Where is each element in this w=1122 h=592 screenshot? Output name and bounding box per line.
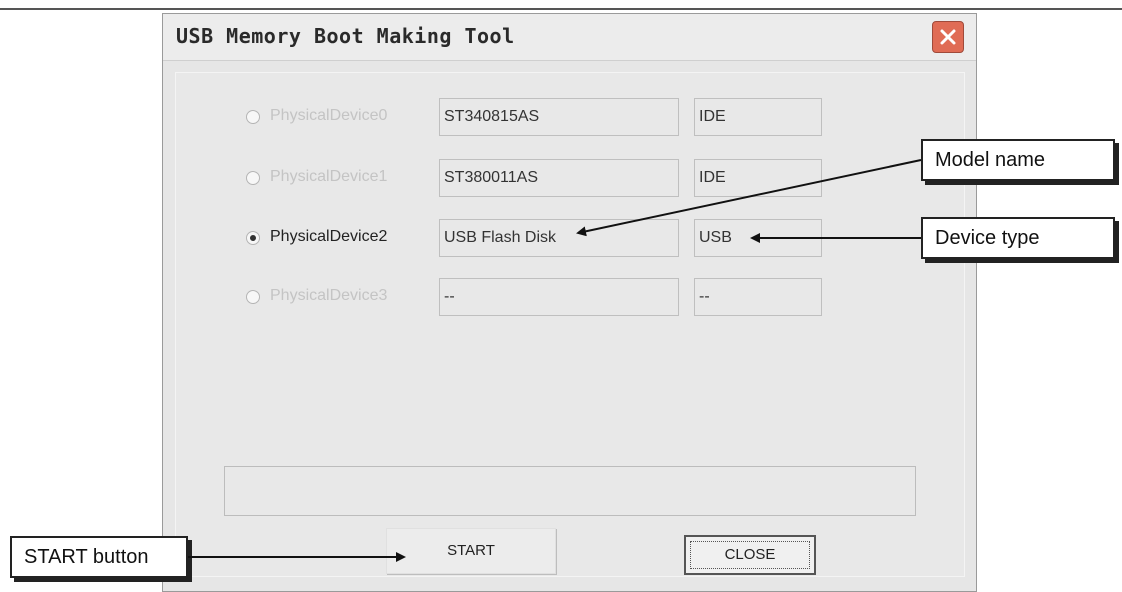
arrow-model-name bbox=[576, 159, 922, 237]
callout-arrows bbox=[188, 159, 922, 562]
